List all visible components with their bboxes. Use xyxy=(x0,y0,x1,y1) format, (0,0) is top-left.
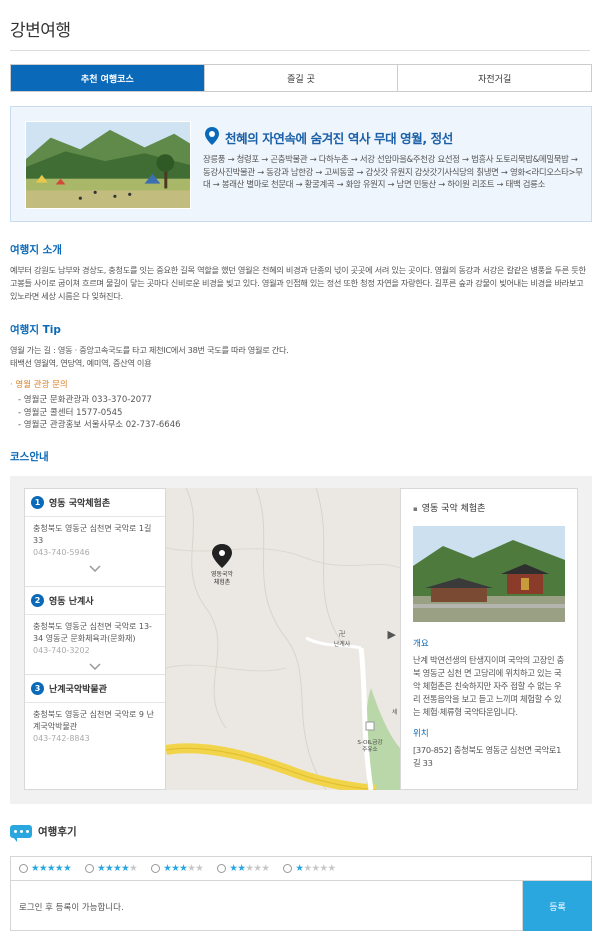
title-divider xyxy=(10,50,590,51)
location-label: 위치 xyxy=(413,729,429,739)
course-number-badge: 1 xyxy=(31,496,44,509)
course-item[interactable]: 3 난계국악박물관 충청북도 영동군 심천면 국악로 9 난계국악박물관 043… xyxy=(25,675,165,785)
course-guide-panel: 1 영동 국악체험촌 충청북도 영동군 심천면 국악로 1길 33 043-74… xyxy=(10,476,592,804)
tip-route-line: 영월 가는 길 : 영동 · 중앙고속국도를 타고 제천IC에서 38번 국도를… xyxy=(10,345,289,355)
intro-heading: 여행지 소개 xyxy=(10,244,62,256)
inquiry-title: · 영월 관광 문의 xyxy=(10,380,68,390)
svg-text:卍: 卍 xyxy=(339,630,346,638)
course-item[interactable]: 2 영동 난계사 충청북도 영동군 심천면 국악로 13-34 영동군 문화체육… xyxy=(25,587,165,675)
tab-bar: 추천 여행코스 즐길 곳 자전거길 xyxy=(10,64,592,92)
star-rating-icon: ★★★★★ xyxy=(31,863,72,874)
overview-text: 난계 박연선생의 탄생지이며 국악의 고장인 충북 영동군 심천 면 고당리에 … xyxy=(413,655,565,717)
course-heading: 코스안내 xyxy=(10,451,49,463)
map-next-arrow-icon[interactable]: ▶ xyxy=(388,628,396,641)
inquiry-item: - 영월군 관광홍보 서울사무소 02-737-6646 xyxy=(18,420,181,431)
radio-button[interactable] xyxy=(19,864,28,873)
course-item-address: 충청북도 영동군 심천면 국악로 13-34 영동군 문화체육과(문화재) xyxy=(33,622,152,643)
star-rating-icon: ★★★★★ xyxy=(229,863,270,874)
location-text: [370-852] 충청북도 영동군 심천면 국악로1길 33 xyxy=(413,745,562,768)
course-item-phone: 043-740-3202 xyxy=(33,646,90,655)
tab-recommended-course[interactable]: 추천 여행코스 xyxy=(11,65,204,91)
course-list: 1 영동 국악체험촌 충청북도 영동군 심천면 국악로 1길 33 043-74… xyxy=(24,488,166,790)
inquiry-item: - 영월군 문화관광과 033-370-2077 xyxy=(18,395,152,405)
course-item[interactable]: 1 영동 국악체험촌 충청북도 영동군 심천면 국악로 1길 33 043-74… xyxy=(25,489,165,587)
featured-course-title: 천혜의 자연속에 숨겨진 역사 무대 영월, 정선 xyxy=(225,131,453,146)
svg-text:S-OIL금강: S-OIL금강 xyxy=(357,739,382,746)
rating-option-3[interactable]: ★★★★★ xyxy=(151,863,204,874)
rating-option-2[interactable]: ★★★★★ xyxy=(217,863,270,874)
tab-bike-path[interactable]: 자전거길 xyxy=(397,65,592,91)
map-label-pin-2: 체험촌 xyxy=(214,578,231,586)
speech-bubble-icon xyxy=(10,825,32,842)
star-rating-icon: ★★★★★ xyxy=(295,863,336,874)
course-number-badge: 3 xyxy=(31,682,44,695)
course-item-phone: 043-742-8843 xyxy=(33,734,90,743)
featured-photo xyxy=(25,121,191,209)
radio-button[interactable] xyxy=(151,864,161,873)
course-detail-panel: 영동 국악 체험촌 개요 난계 박연선생의 탄생지이며 국악의 고장인 충북 영… xyxy=(400,488,578,790)
intro-text: 예부터 강원도 남부와 경상도, 충청도를 잇는 중요한 길목 역할을 했던 영… xyxy=(10,265,586,301)
course-item-name: 영동 국악체험촌 xyxy=(49,499,111,509)
radio-button[interactable] xyxy=(85,864,95,873)
star-rating-icon: ★★★★★ xyxy=(97,863,138,874)
location-pin-icon xyxy=(205,127,219,145)
featured-course-route: 장릉풍 → 청령포 → 곤충박물관 → 다하누촌 → 서강 선암마을&주천강 요… xyxy=(203,154,583,190)
course-item-header: 1 영동 국악체험촌 xyxy=(25,489,165,517)
map-label-pin: 영동국악 xyxy=(211,570,234,578)
radio-button[interactable] xyxy=(283,864,293,873)
course-detail-title: 영동 국악 체험촌 xyxy=(413,501,565,514)
svg-text:주유소: 주유소 xyxy=(362,746,377,753)
review-heading: 여행후기 xyxy=(38,826,77,838)
course-map[interactable]: 영동국악 체험촌 卍 난계사 S-OIL금강 주유소 세 ▶ xyxy=(166,488,400,790)
inquiry-item: - 영월군 콜센터 1577-0545 xyxy=(18,407,123,418)
radio-button[interactable] xyxy=(217,864,227,873)
overview-label: 개요 xyxy=(413,639,429,649)
page-title: 강변여행 xyxy=(10,21,71,41)
tip-rail-line: 태백선 영월역, 연당역, 예미역, 증산역 이용 xyxy=(10,358,152,368)
course-detail-photo xyxy=(413,526,565,622)
course-item-address: 충청북도 영동군 심천면 국악로 9 난계국악박물관 xyxy=(33,710,154,731)
rating-option-5[interactable]: ★★★★★ xyxy=(19,863,72,874)
course-item-phone: 043-740-5946 xyxy=(33,548,90,557)
inquiry-list: - 영월군 문화관광과 033-370-2077 - 영월군 콜센터 1577-… xyxy=(18,394,181,432)
course-item-name: 난계국악박물관 xyxy=(49,685,107,695)
course-item-address: 충청북도 영동군 심천면 국악로 1길 33 xyxy=(33,524,152,545)
course-item-header: 2 영동 난계사 xyxy=(25,587,165,615)
review-header: 여행후기 xyxy=(10,824,77,842)
chevron-down-icon[interactable] xyxy=(25,559,165,577)
map-canvas: 영동국악 체험촌 卍 난계사 S-OIL금강 주유소 세 xyxy=(166,488,400,790)
rating-selector: ★★★★★ ★★★★★ ★★★★★ ★★★★★ ★★★★★ xyxy=(10,856,592,881)
submit-review-button[interactable]: 등록 xyxy=(523,881,592,931)
chevron-down-icon[interactable] xyxy=(25,657,165,675)
course-number-badge: 2 xyxy=(31,594,44,607)
rating-option-1[interactable]: ★★★★★ xyxy=(283,863,336,874)
course-item-header: 3 난계국악박물관 xyxy=(25,675,165,703)
rating-option-4[interactable]: ★★★★★ xyxy=(85,863,138,874)
review-textarea[interactable]: 로그인 후 등록이 가능합니다. xyxy=(10,881,523,931)
tip-heading: 여행지 Tip xyxy=(10,324,61,336)
map-label-temple: 난계사 xyxy=(334,640,351,648)
course-item-name: 영동 난계사 xyxy=(49,597,94,607)
inquiry-title-text: 영월 관광 문의 xyxy=(15,380,68,390)
star-rating-icon: ★★★★★ xyxy=(163,863,204,874)
featured-course-panel: 천혜의 자연속에 숨겨진 역사 무대 영월, 정선 장릉풍 → 청령포 → 곤충… xyxy=(10,106,592,222)
map-label-edge: 세 xyxy=(392,708,398,716)
tab-places-to-enjoy[interactable]: 즐길 곳 xyxy=(203,65,398,91)
